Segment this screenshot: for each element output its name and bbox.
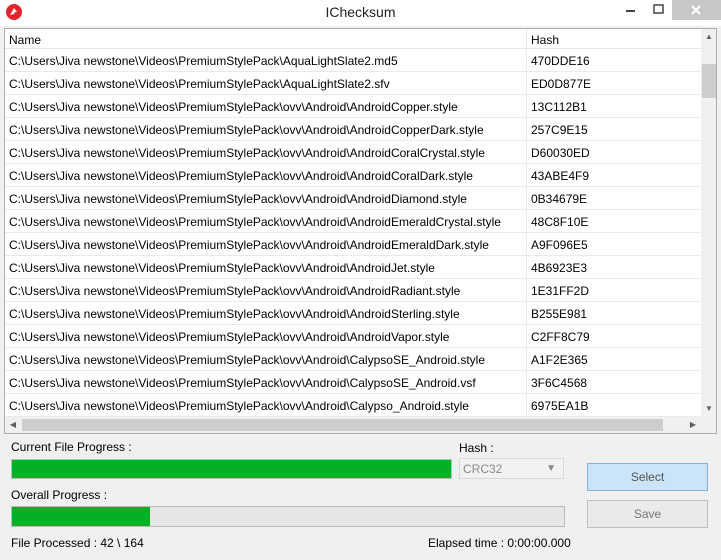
cell-hash-value: 257C9E15 bbox=[531, 123, 588, 137]
horizontal-scroll-thumb[interactable] bbox=[22, 419, 663, 431]
table-row[interactable]: C:\Users\Jiva newstone\Videos\PremiumSty… bbox=[5, 233, 701, 256]
cell-hash-value: A1F2E365 bbox=[531, 353, 588, 367]
current-progress-fill bbox=[12, 460, 451, 478]
table-row[interactable]: C:\Users\Jiva newstone\Videos\PremiumSty… bbox=[5, 141, 701, 164]
cell-file-path: C:\Users\Jiva newstone\Videos\PremiumSty… bbox=[5, 210, 527, 232]
cell-hash-value: 13C112B1 bbox=[531, 100, 587, 114]
vertical-scrollbar[interactable]: ▲ ▼ bbox=[701, 29, 716, 417]
cell-hash-value: 3F6C4568 bbox=[531, 376, 588, 390]
table-row[interactable]: C:\Users\Jiva newstone\Videos\PremiumSty… bbox=[5, 394, 701, 417]
cell-hash-value: ED0D877E bbox=[531, 77, 592, 91]
table-row[interactable]: C:\Users\Jiva newstone\Videos\PremiumSty… bbox=[5, 164, 701, 187]
title-bar: IChecksum bbox=[0, 0, 721, 26]
cell-file-path: C:\Users\Jiva newstone\Videos\PremiumSty… bbox=[5, 118, 527, 140]
table-row[interactable]: C:\Users\Jiva newstone\Videos\PremiumSty… bbox=[5, 348, 701, 371]
table-row[interactable]: C:\Users\Jiva newstone\Videos\PremiumSty… bbox=[5, 72, 701, 95]
cell-file-path: C:\Users\Jiva newstone\Videos\PremiumSty… bbox=[5, 348, 527, 370]
table-row[interactable]: C:\Users\Jiva newstone\Videos\PremiumSty… bbox=[5, 302, 701, 325]
cell-hash-value: D60030ED bbox=[531, 146, 590, 160]
close-button[interactable] bbox=[672, 0, 721, 20]
cell-file-path: C:\Users\Jiva newstone\Videos\PremiumSty… bbox=[5, 72, 527, 94]
table-row[interactable]: C:\Users\Jiva newstone\Videos\PremiumSty… bbox=[5, 49, 701, 72]
cell-hash-value: 4B6923E3 bbox=[531, 261, 588, 275]
table-row[interactable]: C:\Users\Jiva newstone\Videos\PremiumSty… bbox=[5, 118, 701, 141]
window-title: IChecksum bbox=[325, 4, 396, 20]
table-row[interactable]: C:\Users\Jiva newstone\Videos\PremiumSty… bbox=[5, 256, 701, 279]
hash-type-value: CRC32 bbox=[463, 462, 503, 476]
overall-progress-label: Overall Progress : bbox=[11, 488, 108, 502]
cell-hash-value: 48C8F10E bbox=[531, 215, 589, 229]
close-icon bbox=[691, 5, 701, 15]
horizontal-scrollbar[interactable]: ◀ ▶ bbox=[5, 417, 701, 433]
hash-type-select[interactable]: CRC32 ▼ bbox=[459, 458, 564, 479]
minimize-button[interactable] bbox=[617, 0, 645, 20]
cell-file-path: C:\Users\Jiva newstone\Videos\PremiumSty… bbox=[5, 371, 527, 393]
cell-file-path: C:\Users\Jiva newstone\Videos\PremiumSty… bbox=[5, 279, 527, 301]
scroll-corner bbox=[701, 417, 716, 433]
maximize-icon bbox=[653, 4, 664, 14]
minimize-icon bbox=[626, 10, 635, 12]
cell-hash-value: 43ABE4F9 bbox=[531, 169, 590, 183]
files-processed-status: File Processed : 42 \ 164 bbox=[11, 536, 144, 550]
column-header-hash[interactable]: Hash bbox=[527, 29, 701, 49]
maximize-button[interactable] bbox=[645, 0, 672, 20]
file-list[interactable]: Name Hash C:\Users\Jiva newstone\Videos\… bbox=[4, 28, 717, 434]
select-button[interactable]: Select bbox=[587, 463, 708, 491]
cell-file-path: C:\Users\Jiva newstone\Videos\PremiumSty… bbox=[5, 141, 527, 163]
overall-progress-fill bbox=[12, 507, 150, 526]
scroll-left-icon[interactable]: ◀ bbox=[5, 417, 21, 433]
cell-file-path: C:\Users\Jiva newstone\Videos\PremiumSty… bbox=[5, 95, 527, 117]
cell-hash-value: 470DDE16 bbox=[531, 54, 590, 68]
cell-file-path: C:\Users\Jiva newstone\Videos\PremiumSty… bbox=[5, 187, 527, 209]
table-row[interactable]: C:\Users\Jiva newstone\Videos\PremiumSty… bbox=[5, 187, 701, 210]
hash-label: Hash : bbox=[459, 441, 494, 455]
cell-hash-value: 1E31FF2D bbox=[531, 284, 590, 298]
cell-file-path: C:\Users\Jiva newstone\Videos\PremiumSty… bbox=[5, 49, 527, 71]
cell-hash-value: 6975EA1B bbox=[531, 399, 589, 413]
cell-file-path: C:\Users\Jiva newstone\Videos\PremiumSty… bbox=[5, 302, 527, 324]
cell-file-path: C:\Users\Jiva newstone\Videos\PremiumSty… bbox=[5, 256, 527, 278]
cell-file-path: C:\Users\Jiva newstone\Videos\PremiumSty… bbox=[5, 233, 527, 255]
current-file-progress-bar bbox=[11, 459, 452, 479]
list-header: Name Hash bbox=[5, 29, 701, 49]
elapsed-time-status: Elapsed time : 0:00:00.000 bbox=[428, 536, 571, 550]
table-row[interactable]: C:\Users\Jiva newstone\Videos\PremiumSty… bbox=[5, 279, 701, 302]
vertical-scroll-thumb[interactable] bbox=[702, 64, 716, 98]
cell-hash-value: 0B34679E bbox=[531, 192, 588, 206]
scroll-right-icon[interactable]: ▶ bbox=[685, 417, 701, 433]
chevron-down-icon: ▼ bbox=[546, 463, 556, 474]
table-row[interactable]: C:\Users\Jiva newstone\Videos\PremiumSty… bbox=[5, 371, 701, 394]
scroll-down-icon[interactable]: ▼ bbox=[701, 401, 716, 417]
list-rows: C:\Users\Jiva newstone\Videos\PremiumSty… bbox=[5, 49, 701, 417]
column-header-name[interactable]: Name bbox=[5, 29, 527, 49]
table-row[interactable]: C:\Users\Jiva newstone\Videos\PremiumSty… bbox=[5, 210, 701, 233]
table-row[interactable]: C:\Users\Jiva newstone\Videos\PremiumSty… bbox=[5, 95, 701, 118]
cell-hash-value: C2FF8C79 bbox=[531, 330, 590, 344]
cell-hash-value: A9F096E5 bbox=[531, 238, 588, 252]
cell-file-path: C:\Users\Jiva newstone\Videos\PremiumSty… bbox=[5, 394, 527, 416]
current-progress-label: Current File Progress : bbox=[11, 440, 132, 454]
cell-file-path: C:\Users\Jiva newstone\Videos\PremiumSty… bbox=[5, 325, 527, 347]
cell-hash-value: B255E981 bbox=[531, 307, 588, 321]
overall-progress-bar bbox=[11, 506, 565, 527]
scroll-up-icon[interactable]: ▲ bbox=[701, 29, 716, 45]
cell-file-path: C:\Users\Jiva newstone\Videos\PremiumSty… bbox=[5, 164, 527, 186]
save-button[interactable]: Save bbox=[587, 500, 708, 528]
table-row[interactable]: C:\Users\Jiva newstone\Videos\PremiumSty… bbox=[5, 325, 701, 348]
